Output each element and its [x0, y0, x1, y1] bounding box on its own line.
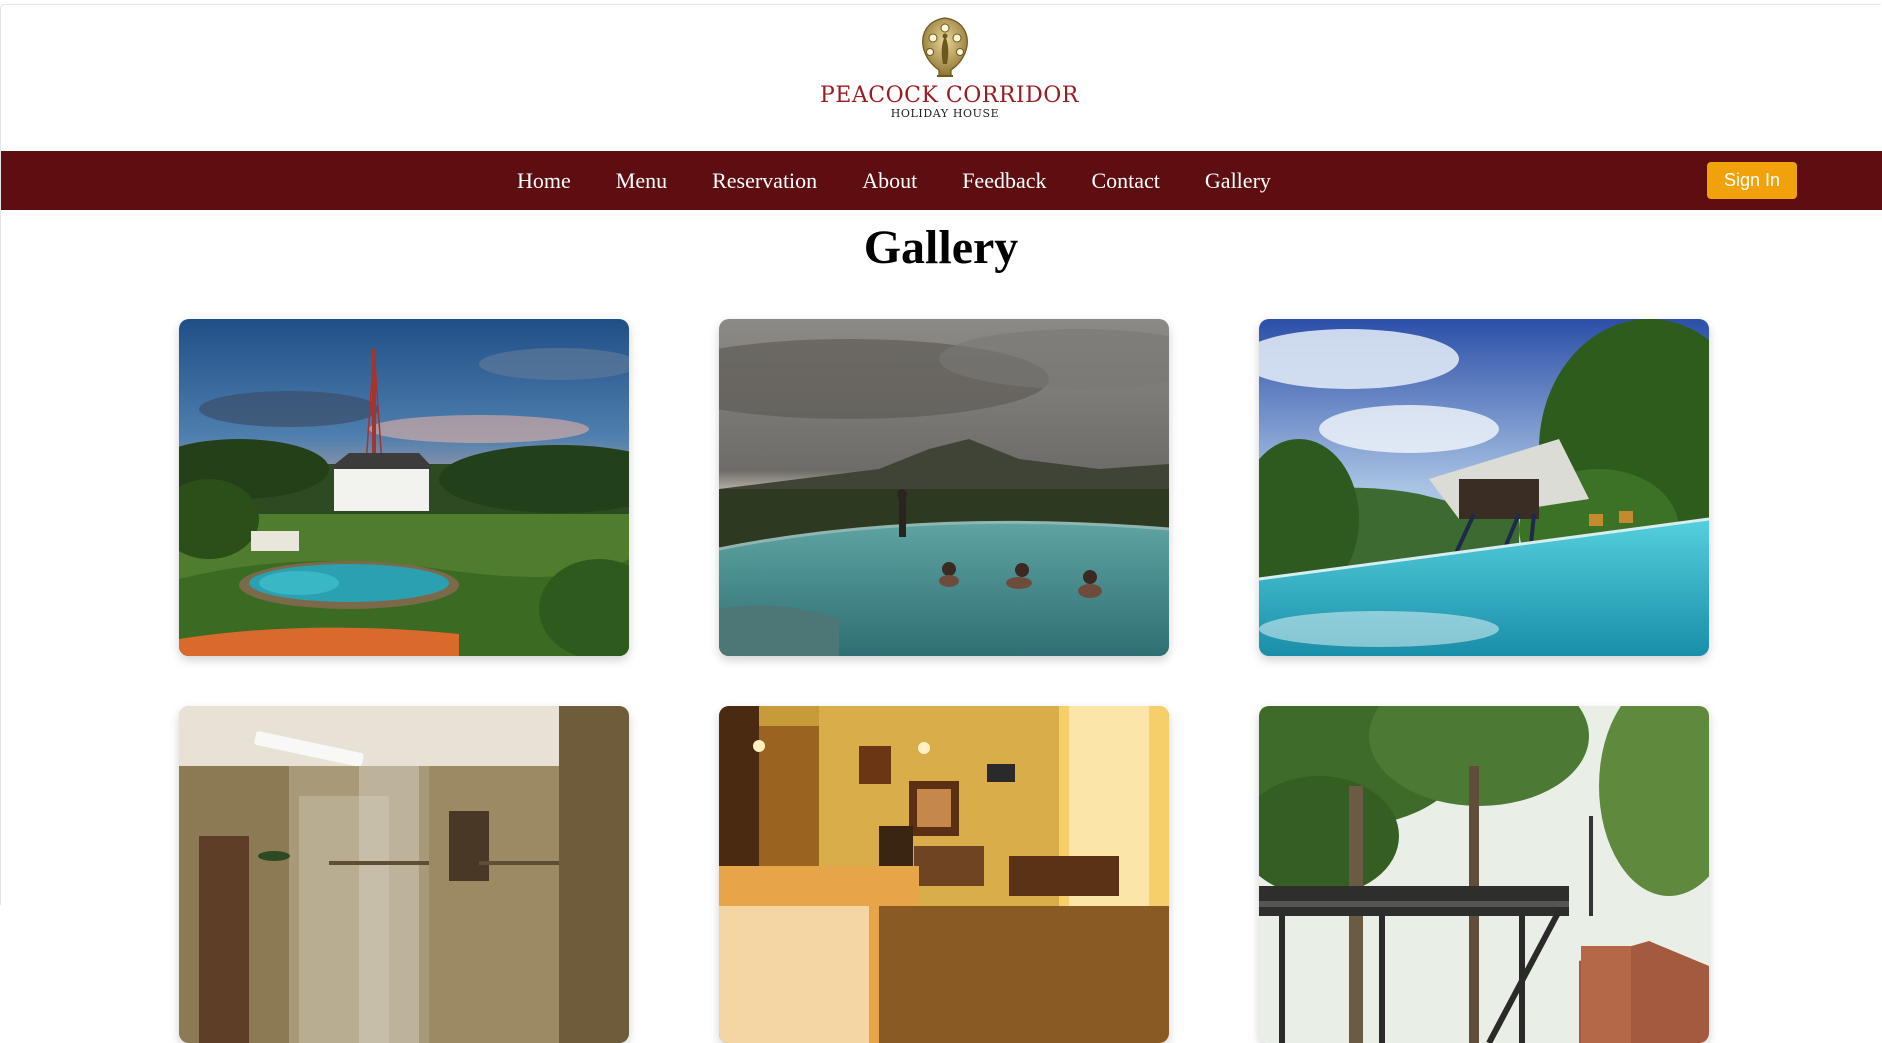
main-navbar: Home Menu Reservation About Feedback Con… — [1, 151, 1882, 210]
nav-gallery[interactable]: Gallery — [1205, 151, 1271, 210]
nav-home[interactable]: Home — [517, 151, 571, 210]
gallery-image-pool-treehouse[interactable] — [1259, 319, 1709, 656]
gallery-image-aerial-resort[interactable] — [179, 319, 629, 656]
site-header: PEACOCK CORRIDOR HOLIDAY HOUSE — [0, 0, 1882, 151]
bedroom-interior-photo — [719, 706, 1169, 1043]
sign-in-button[interactable]: Sign In — [1707, 162, 1797, 199]
gallery-image-infinity-pool[interactable] — [719, 319, 1169, 656]
nav-feedback[interactable]: Feedback — [962, 151, 1046, 210]
nav-links: Home Menu Reservation About Feedback Con… — [517, 151, 1316, 210]
gallery-image-bathroom[interactable] — [179, 706, 629, 1043]
nav-menu[interactable]: Menu — [616, 151, 667, 210]
nav-reservation[interactable]: Reservation — [712, 151, 817, 210]
bathroom-interior-photo — [179, 706, 629, 1043]
brand-logo[interactable]: PEACOCK CORRIDOR HOLIDAY HOUSE — [820, 14, 1079, 132]
brand-subtitle: HOLIDAY HOUSE — [890, 107, 1000, 120]
page-title: Gallery — [863, 221, 1019, 274]
infinity-pool-mountain-view-photo — [719, 319, 1169, 656]
gallery-grid — [179, 319, 1709, 1043]
gallery-image-treehouse[interactable] — [1259, 706, 1709, 1043]
gallery-image-bedroom[interactable] — [719, 706, 1169, 1043]
nav-about[interactable]: About — [862, 151, 917, 210]
nav-contact[interactable]: Contact — [1091, 151, 1159, 210]
peacock-emblem-icon — [922, 17, 968, 77]
aerial-resort-with-pool-photo — [179, 319, 629, 656]
brand-name: PEACOCK CORRIDOR — [820, 83, 1079, 108]
pool-with-treehouse-photo — [1259, 319, 1709, 656]
treehouse-exterior-photo — [1259, 706, 1709, 1043]
